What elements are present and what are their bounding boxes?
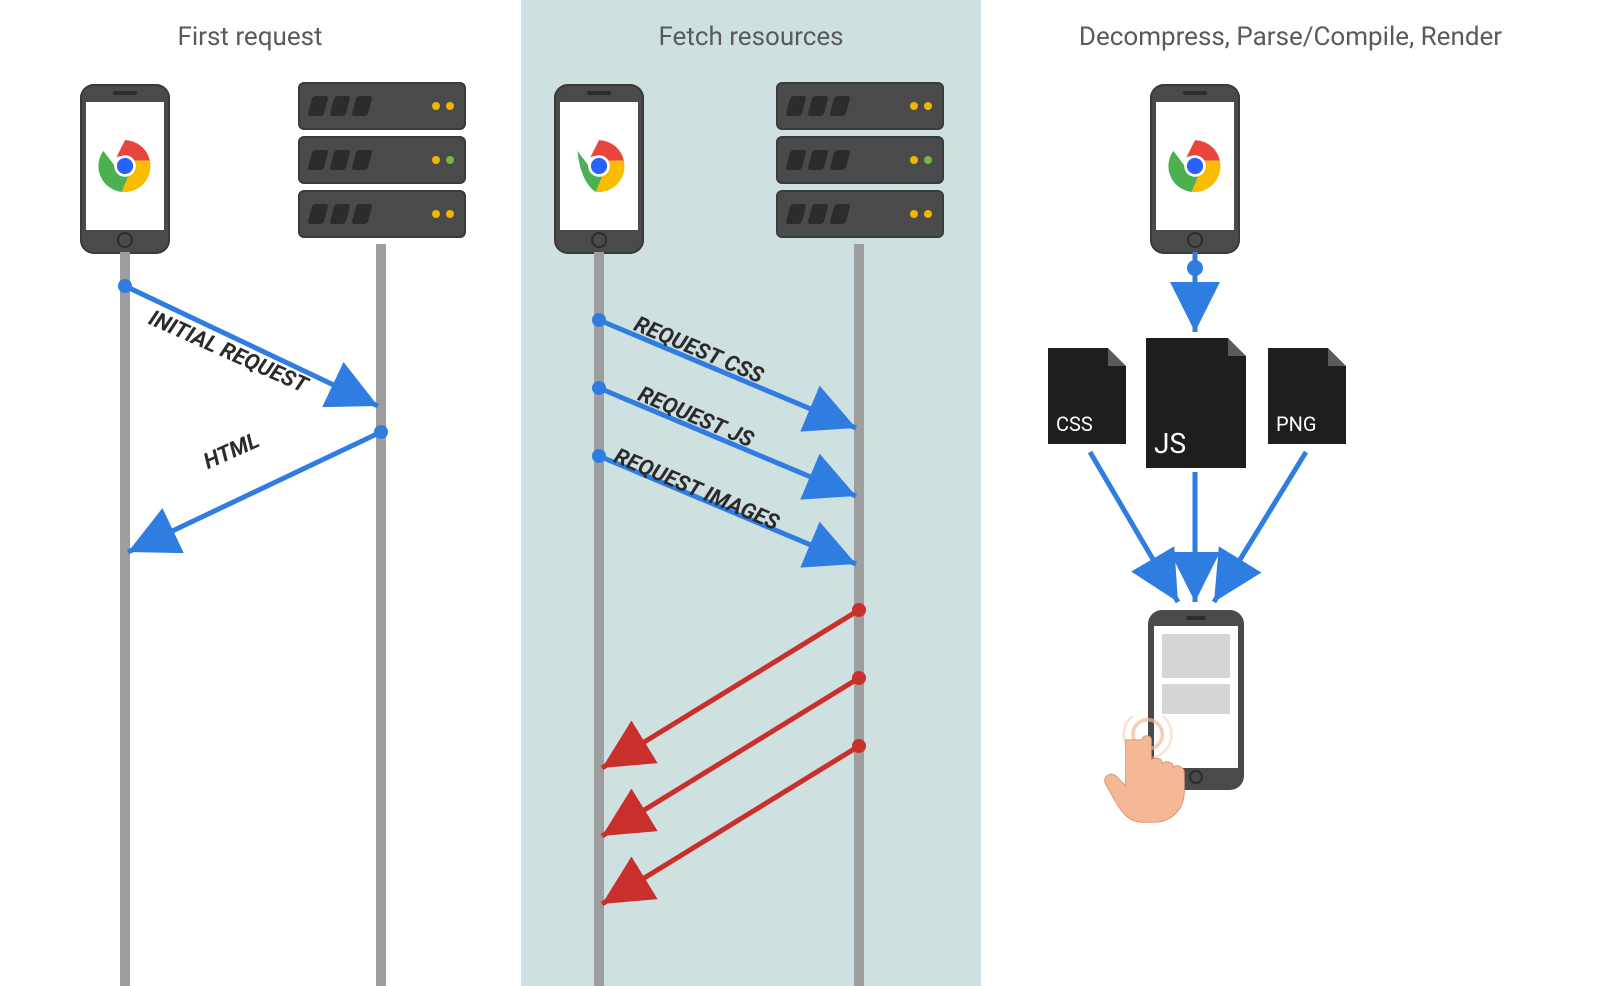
server-lifeline [854, 244, 864, 986]
png-file-icon: PNG [1268, 348, 1346, 444]
render-title: Decompress, Parse/Compile, Render [981, 22, 1600, 52]
chrome-icon [1168, 139, 1222, 193]
client-lifeline [120, 252, 130, 986]
client-phone-icon [80, 84, 170, 254]
file-label: JS [1154, 427, 1186, 460]
initial-request-label: INITIAL REQUEST [145, 306, 311, 398]
client-phone-icon [1150, 84, 1240, 254]
chrome-icon [572, 139, 626, 193]
server-lifeline [376, 244, 386, 986]
file-label: CSS [1056, 412, 1093, 436]
server-icon [298, 82, 466, 244]
touch-hand-icon [1100, 716, 1210, 826]
html-label: HTML [200, 428, 263, 475]
server-icon [776, 82, 944, 244]
first-request-title: First request [0, 22, 500, 52]
chrome-icon [98, 139, 152, 193]
file-label: PNG [1276, 412, 1317, 436]
client-lifeline [594, 252, 604, 986]
client-phone-icon [554, 84, 644, 254]
fetch-resources-title: Fetch resources [521, 22, 981, 52]
css-file-icon: CSS [1048, 348, 1126, 444]
js-file-icon: JS [1146, 338, 1246, 468]
